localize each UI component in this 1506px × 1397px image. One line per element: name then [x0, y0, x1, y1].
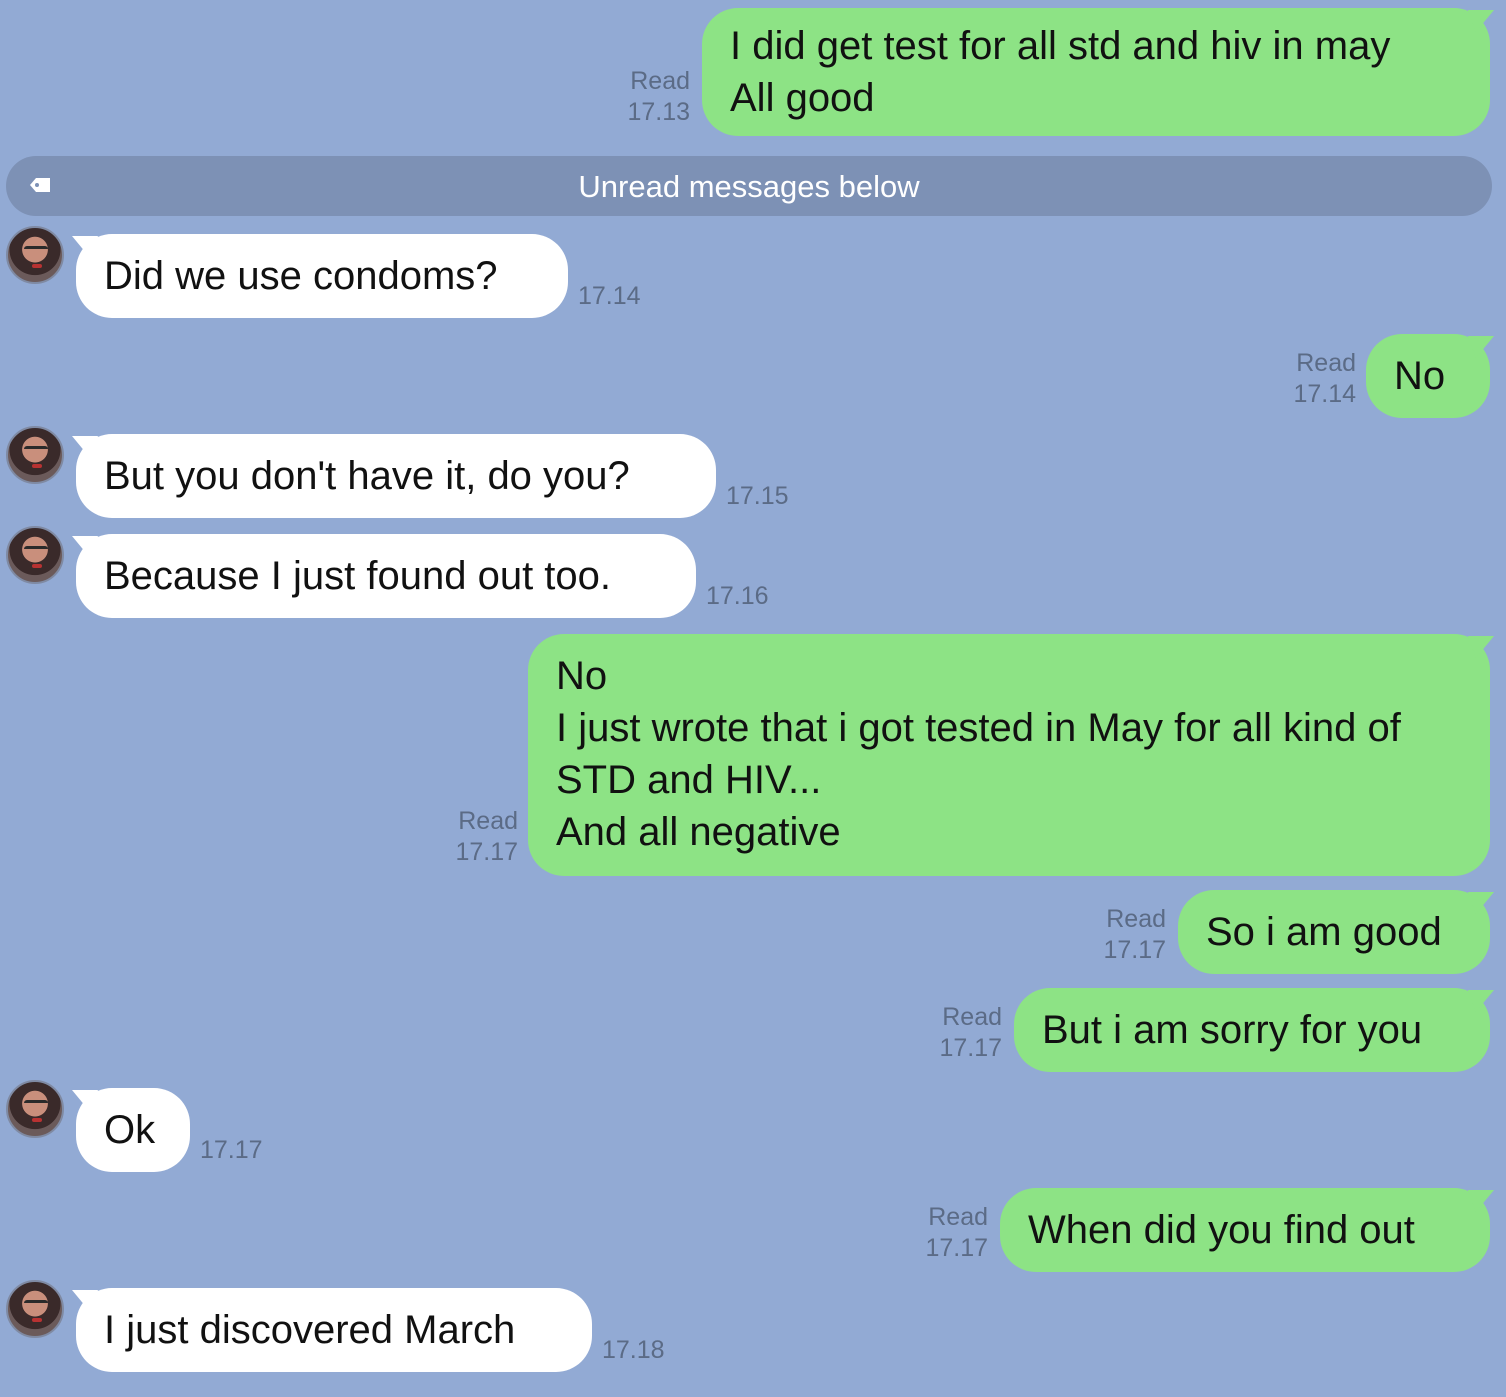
contact-avatar[interactable]: [6, 526, 64, 584]
message-bubble-outgoing[interactable]: So i am good: [1178, 890, 1490, 974]
contact-avatar[interactable]: [6, 426, 64, 484]
message-time: 17.14: [578, 282, 641, 310]
read-label: Read: [458, 807, 518, 835]
message-time: 17.17: [455, 838, 518, 866]
message-bubble-incoming[interactable]: I just discovered March: [76, 1288, 592, 1372]
unread-divider-label: Unread messages below: [578, 169, 920, 204]
read-label: Read: [630, 67, 690, 95]
message-time: 17.17: [200, 1136, 263, 1164]
message-time: 17.18: [602, 1336, 665, 1364]
message-bubble-incoming[interactable]: But you don't have it, do you?: [76, 434, 716, 518]
read-receipt: Read 17.14: [1276, 348, 1356, 410]
message-time: 17.17: [939, 1034, 1002, 1062]
message-bubble-incoming[interactable]: Because I just found out too.: [76, 534, 696, 618]
unread-divider: Unread messages below: [6, 156, 1492, 216]
read-label: Read: [1106, 905, 1166, 933]
message-bubble-outgoing[interactable]: No: [1366, 334, 1490, 418]
message-bubble-incoming[interactable]: Did we use condoms?: [76, 234, 568, 318]
contact-avatar[interactable]: [6, 226, 64, 284]
contact-avatar[interactable]: [6, 1080, 64, 1138]
read-receipt: Read 17.17: [908, 1202, 988, 1264]
message-bubble-incoming[interactable]: Ok: [76, 1088, 190, 1172]
message-bubble-outgoing[interactable]: I did get test for all std and hiv in ma…: [702, 8, 1490, 136]
read-receipt: Read 17.13: [610, 66, 690, 128]
message-bubble-outgoing[interactable]: No I just wrote that i got tested in May…: [528, 634, 1490, 876]
message-time: 17.16: [706, 582, 769, 610]
message-time: 17.14: [1293, 380, 1356, 408]
message-time: 17.17: [1103, 936, 1166, 964]
read-label: Read: [942, 1003, 1002, 1031]
contact-avatar[interactable]: [6, 1280, 64, 1338]
read-receipt: Read 17.17: [438, 806, 518, 868]
read-receipt: Read 17.17: [922, 1002, 1002, 1064]
chat-window: I did get test for all std and hiv in ma…: [0, 0, 1506, 1397]
message-time: 17.17: [925, 1234, 988, 1262]
message-bubble-outgoing[interactable]: But i am sorry for you: [1014, 988, 1490, 1072]
read-label: Read: [928, 1203, 988, 1231]
message-time: 17.15: [726, 482, 789, 510]
message-bubble-outgoing[interactable]: When did you find out: [1000, 1188, 1490, 1272]
message-time: 17.13: [627, 98, 690, 126]
read-receipt: Read 17.17: [1086, 904, 1166, 966]
read-label: Read: [1296, 349, 1356, 377]
